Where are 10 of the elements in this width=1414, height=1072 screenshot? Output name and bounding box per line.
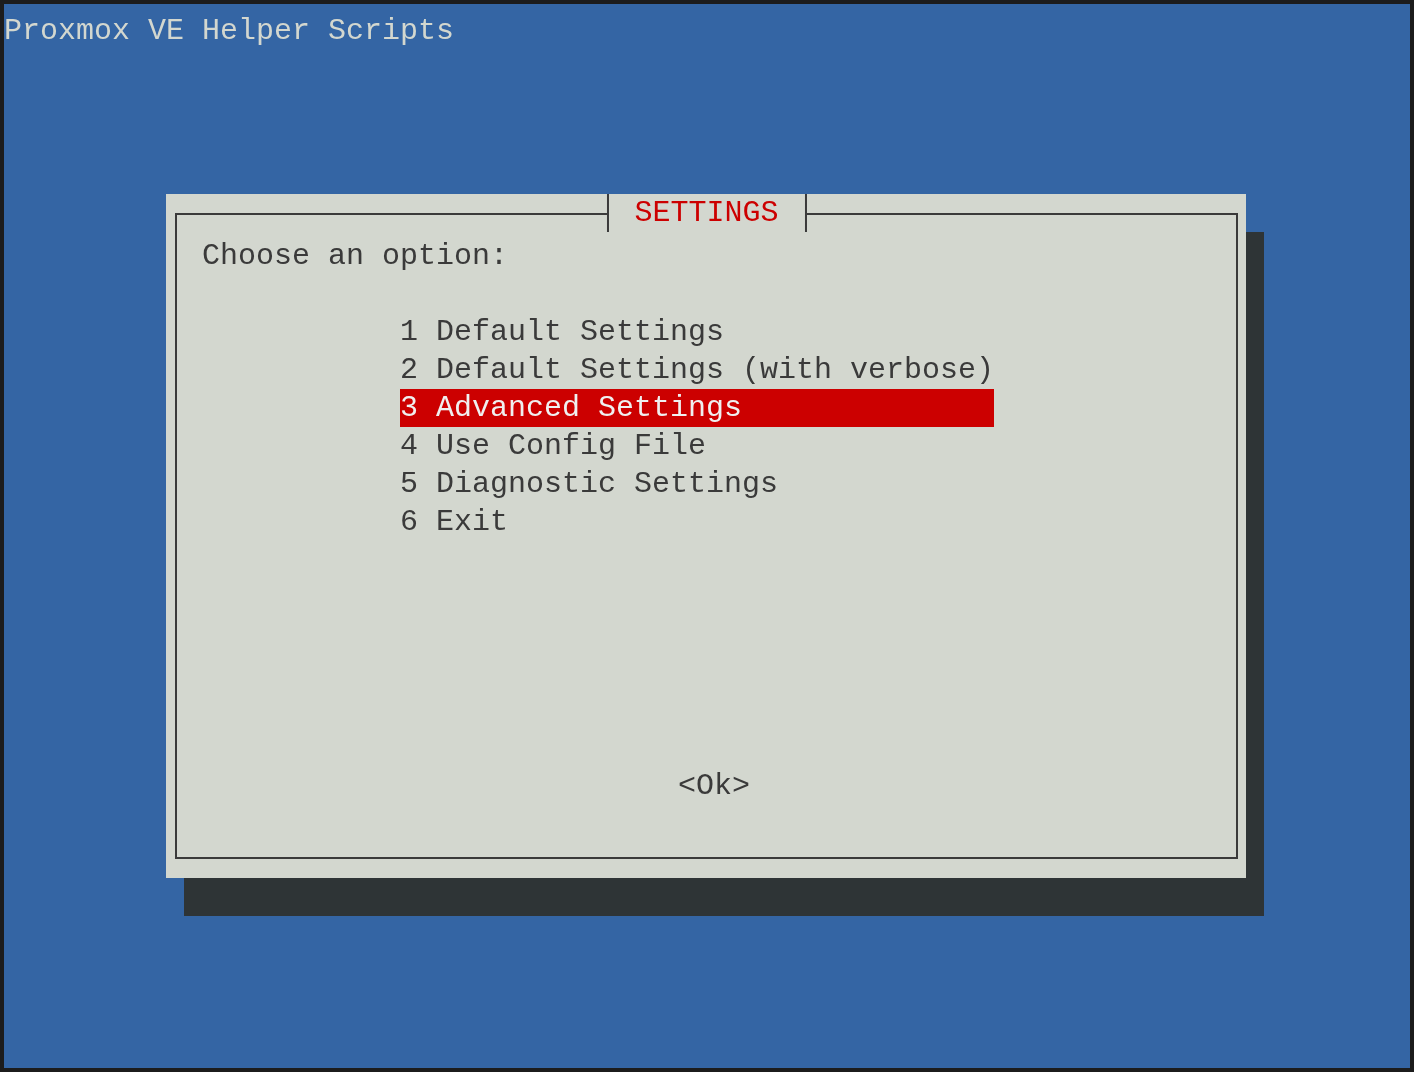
dialog-title: SETTINGS	[606, 194, 807, 232]
menu-item[interactable]: 6 Exit	[400, 503, 994, 541]
menu-item[interactable]: 1 Default Settings	[400, 313, 994, 351]
prompt-text: Choose an option:	[202, 238, 509, 275]
menu-item[interactable]: 3 Advanced Settings	[400, 389, 994, 427]
ok-button[interactable]: <Ok>	[678, 767, 750, 805]
menu-item[interactable]: 2 Default Settings (with verbose)	[400, 351, 994, 389]
menu-item[interactable]: 5 Diagnostic Settings	[400, 465, 994, 503]
menu-item[interactable]: 4 Use Config File	[400, 427, 994, 465]
screen-title: Proxmox VE Helper Scripts	[4, 13, 455, 50]
